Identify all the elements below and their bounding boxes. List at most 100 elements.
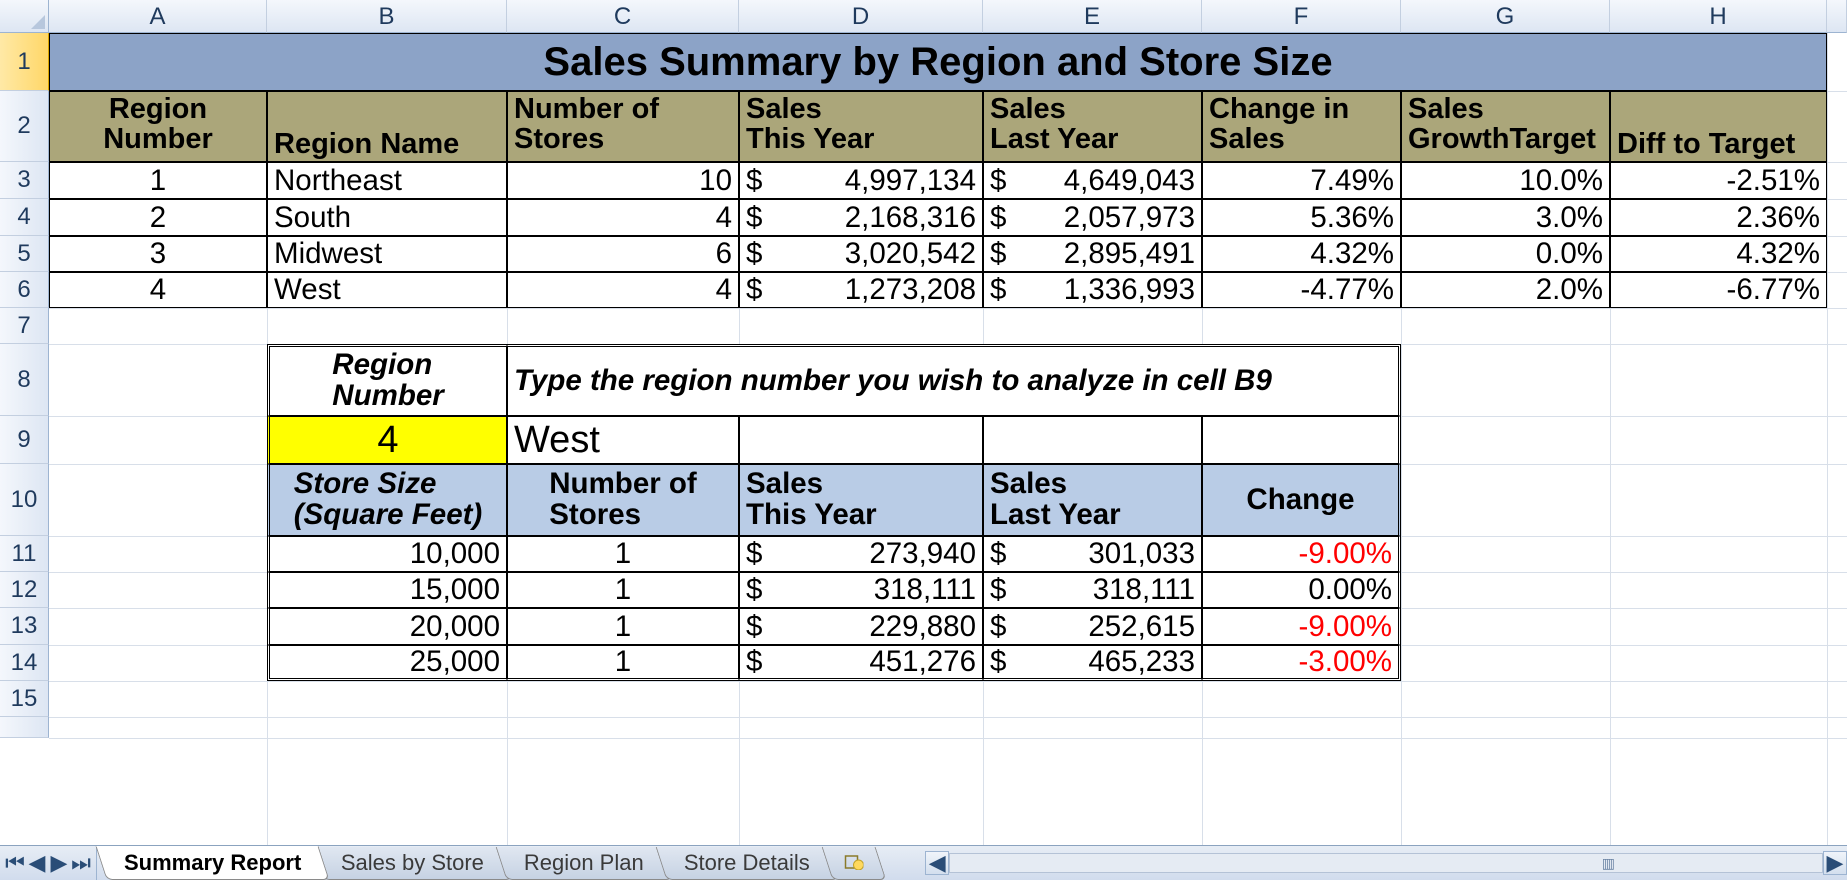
column-header-A[interactable]: A [49, 0, 267, 33]
row-header-11[interactable]: 11 [0, 536, 49, 572]
row-header-1[interactable]: 1 [0, 33, 49, 91]
region-name-row5[interactable]: Midwest [267, 236, 507, 272]
subhdr-num-stores[interactable]: Number ofStores [507, 464, 739, 536]
row-header-14[interactable]: 14 [0, 645, 49, 681]
stores-row4[interactable]: 4 [507, 199, 739, 236]
region-name-row3[interactable]: Northeast [267, 162, 507, 199]
store-count-row13[interactable]: 1 [507, 608, 739, 645]
header-h[interactable]: Diff to Target [1610, 91, 1827, 162]
store-size-row11[interactable]: 10,000 [267, 536, 507, 572]
subhdr-sales-last-year[interactable]: SalesLast Year [983, 464, 1202, 536]
row-header-9[interactable]: 9 [0, 416, 49, 464]
header-e[interactable]: SalesLast Year [983, 91, 1202, 162]
row-header-10[interactable]: 10 [0, 464, 49, 536]
stores-row6[interactable]: 4 [507, 272, 739, 308]
subhdr-sales-this-year[interactable]: SalesThis Year [739, 464, 983, 536]
region-num-row6[interactable]: 4 [49, 272, 267, 308]
header-b[interactable]: Region Name [267, 91, 507, 162]
new-sheet-tab[interactable] [822, 847, 887, 880]
store-sly-row12[interactable]: $318,111 [983, 572, 1202, 608]
subhdr-store-size[interactable]: Store Size(Square Feet) [267, 464, 507, 536]
row-header-6[interactable]: 6 [0, 272, 49, 308]
row-header-16[interactable] [0, 717, 49, 738]
store-sty-row12[interactable]: $318,111 [739, 572, 983, 608]
store-sly-row11[interactable]: $301,033 [983, 536, 1202, 572]
store-sly-row14[interactable]: $465,233 [983, 645, 1202, 681]
tab-nav-last[interactable]: ⏭ [70, 850, 92, 876]
store-count-row11[interactable]: 1 [507, 536, 739, 572]
row-header-2[interactable]: 2 [0, 91, 49, 162]
column-header-G[interactable]: G [1401, 0, 1610, 33]
diff-row5[interactable]: 4.32% [1610, 236, 1827, 272]
stores-row3[interactable]: 10 [507, 162, 739, 199]
sheet-tab-summary-report[interactable]: Summary Report [95, 846, 329, 880]
store-change-row11[interactable]: -9.00% [1202, 536, 1401, 572]
sales-last-year-row6[interactable]: $1,336,993 [983, 272, 1202, 308]
cell-e9[interactable] [983, 416, 1202, 464]
select-all-corner[interactable] [0, 0, 49, 33]
analysis-prompt[interactable]: Type the region number you wish to analy… [507, 344, 1401, 416]
stores-row5[interactable]: 6 [507, 236, 739, 272]
store-sly-row13[interactable]: $252,615 [983, 608, 1202, 645]
region-name-row6[interactable]: West [267, 272, 507, 308]
region-num-row5[interactable]: 3 [49, 236, 267, 272]
target-row3[interactable]: 10.0% [1401, 162, 1610, 199]
header-g[interactable]: SalesGrowthTarget [1401, 91, 1610, 162]
analysis-header-region-num[interactable]: RegionNumber [267, 344, 507, 416]
column-header-E[interactable]: E [983, 0, 1202, 33]
row-header-4[interactable]: 4 [0, 199, 49, 236]
scroll-left-button[interactable]: ◀ [925, 851, 949, 875]
sales-this-year-row3[interactable]: $4,997,134 [739, 162, 983, 199]
row-header-12[interactable]: 12 [0, 572, 49, 608]
sales-last-year-row4[interactable]: $2,057,973 [983, 199, 1202, 236]
row-header-3[interactable]: 3 [0, 162, 49, 199]
sheet-tab-region-plan[interactable]: Region Plan [496, 847, 673, 880]
header-a[interactable]: RegionNumber [49, 91, 267, 162]
store-change-row13[interactable]: -9.00% [1202, 608, 1401, 645]
tab-nav-first[interactable]: ⏮ [4, 850, 26, 876]
row-header-7[interactable]: 7 [0, 308, 49, 344]
change-row6[interactable]: -4.77% [1202, 272, 1401, 308]
column-header-D[interactable]: D [739, 0, 983, 33]
store-change-row14[interactable]: -3.00% [1202, 645, 1401, 681]
region-num-row3[interactable]: 1 [49, 162, 267, 199]
target-row6[interactable]: 2.0% [1401, 272, 1610, 308]
analysis-input-cell[interactable]: 4 [267, 416, 507, 464]
analysis-region-name[interactable]: West [507, 416, 739, 464]
store-sty-row14[interactable]: $451,276 [739, 645, 983, 681]
change-row4[interactable]: 5.36% [1202, 199, 1401, 236]
column-header-F[interactable]: F [1202, 0, 1401, 33]
sales-this-year-row4[interactable]: $2,168,316 [739, 199, 983, 236]
tab-nav-next[interactable]: ▶ [48, 850, 70, 876]
sales-this-year-row5[interactable]: $3,020,542 [739, 236, 983, 272]
header-d[interactable]: SalesThis Year [739, 91, 983, 162]
diff-row3[interactable]: -2.51% [1610, 162, 1827, 199]
row-header-13[interactable]: 13 [0, 608, 49, 645]
target-row4[interactable]: 3.0% [1401, 199, 1610, 236]
column-header-H[interactable]: H [1610, 0, 1827, 33]
column-header-next[interactable] [1827, 0, 1847, 33]
scroll-track[interactable] [949, 853, 1823, 873]
region-name-row4[interactable]: South [267, 199, 507, 236]
sales-last-year-row3[interactable]: $4,649,043 [983, 162, 1202, 199]
column-header-C[interactable]: C [507, 0, 739, 33]
scroll-right-button[interactable]: ▶ [1823, 851, 1847, 875]
store-count-row14[interactable]: 1 [507, 645, 739, 681]
change-row5[interactable]: 4.32% [1202, 236, 1401, 272]
target-row5[interactable]: 0.0% [1401, 236, 1610, 272]
store-size-row13[interactable]: 20,000 [267, 608, 507, 645]
store-count-row12[interactable]: 1 [507, 572, 739, 608]
store-change-row12[interactable]: 0.00% [1202, 572, 1401, 608]
header-f[interactable]: Change inSales [1202, 91, 1401, 162]
title-cell[interactable]: Sales Summary by Region and Store Size [49, 33, 1827, 91]
sheet-tab-sales-by-store[interactable]: Sales by Store [313, 847, 513, 880]
store-sty-row11[interactable]: $273,940 [739, 536, 983, 572]
store-sty-row13[interactable]: $229,880 [739, 608, 983, 645]
change-row3[interactable]: 7.49% [1202, 162, 1401, 199]
sheet-tab-store-details[interactable]: Store Details [656, 847, 839, 880]
store-size-row12[interactable]: 15,000 [267, 572, 507, 608]
cell-d9[interactable] [739, 416, 983, 464]
row-header-5[interactable]: 5 [0, 236, 49, 272]
tab-nav-prev[interactable]: ◀ [26, 850, 48, 876]
sales-last-year-row5[interactable]: $2,895,491 [983, 236, 1202, 272]
